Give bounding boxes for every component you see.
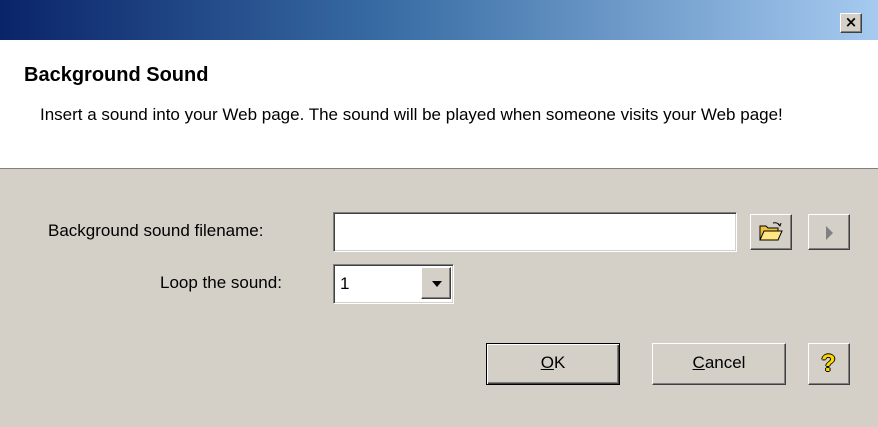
header-panel: Background Sound Insert a sound into you… [0, 40, 878, 169]
dialog-heading: Background Sound [24, 64, 209, 86]
browse-button[interactable] [750, 214, 792, 250]
ok-button[interactable]: OK [486, 343, 620, 385]
filename-input[interactable] [333, 212, 737, 252]
cancel-label: ancel [704, 353, 746, 372]
play-button[interactable] [808, 214, 850, 250]
filename-label: Background sound filename: [48, 221, 264, 240]
loop-dropdown-button[interactable] [421, 267, 451, 299]
chevron-down-icon [432, 281, 442, 287]
help-button[interactable]: ? [808, 343, 850, 385]
cancel-button[interactable]: Cancel [652, 343, 786, 385]
cancel-mnemonic: C [692, 353, 705, 372]
close-icon: × [844, 13, 858, 31]
ok-mnemonic: O [540, 353, 554, 372]
loop-label: Loop the sound: [160, 273, 282, 292]
folder-open-icon [759, 222, 783, 241]
close-button[interactable]: × [840, 13, 862, 33]
ok-label: K [553, 353, 566, 372]
loop-value: 1 [340, 274, 350, 293]
help-icon: ? [821, 350, 836, 377]
play-icon [826, 226, 833, 240]
background-sound-dialog: × Background Sound Insert a sound into y… [0, 0, 878, 427]
loop-select[interactable]: 1 [333, 264, 454, 304]
title-bar[interactable]: × [0, 0, 878, 40]
dialog-description: Insert a sound into your Web page. The s… [40, 105, 783, 124]
